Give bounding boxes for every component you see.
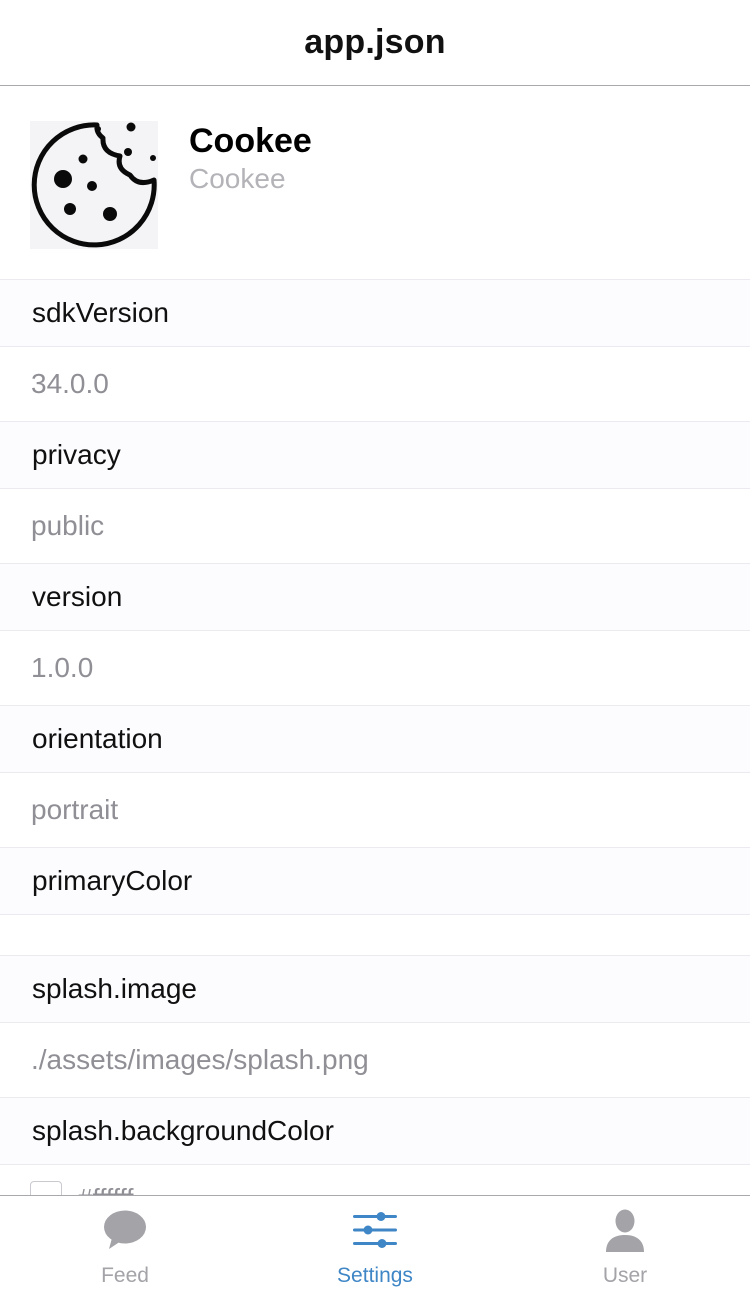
app-summary: Cookee Cookee [0, 86, 750, 279]
section-value-orientation: portrait [31, 794, 119, 825]
section-value-splash-image: ./assets/images/splash.png [31, 1044, 369, 1075]
section-value-splash-backgroundcolor: #ffffff [0, 1165, 750, 1195]
app-json-screen: app.json Cookee Cookee sdkVersion 34.0.0… [0, 0, 750, 1293]
section-value-version: 1.0.0 [31, 652, 94, 683]
color-value-text: #ffffff [78, 1185, 133, 1195]
section-header-splash-image: splash.image [0, 955, 750, 1023]
tab-user[interactable]: User [500, 1196, 750, 1293]
section-header-primarycolor: primaryColor [0, 847, 750, 915]
tab-label-settings: Settings [337, 1264, 413, 1287]
section-value-privacy: public [31, 510, 105, 541]
tab-feed[interactable]: Feed [0, 1196, 250, 1293]
section-value-primarycolor [0, 915, 750, 955]
chat-bubble-icon [104, 1210, 146, 1249]
color-swatch [30, 1181, 62, 1195]
tab-label-feed: Feed [101, 1264, 149, 1287]
section-header-privacy: privacy [0, 421, 750, 489]
section-header-orientation: orientation [0, 705, 750, 773]
tab-settings[interactable]: Settings [250, 1196, 500, 1293]
section-header-splash-backgroundcolor: splash.backgroundColor [0, 1097, 750, 1165]
page-title: app.json [304, 23, 446, 61]
sliders-icon [353, 1212, 397, 1248]
tab-bar: Feed Settings User [0, 1195, 750, 1293]
tab-label-user: User [602, 1264, 648, 1287]
section-header-sdkversion: sdkVersion [0, 279, 750, 347]
section-header-version: version [0, 563, 750, 631]
cookie-icon [30, 121, 158, 249]
app-name: Cookee [189, 122, 312, 160]
navigation-bar: app.json [0, 0, 750, 86]
section-value-sdkversion: 34.0.0 [31, 368, 109, 399]
user-icon [606, 1209, 644, 1252]
settings-scroll-view[interactable]: Cookee Cookee sdkVersion 34.0.0 privacy … [0, 86, 750, 1195]
app-slug: Cookee [189, 163, 286, 194]
